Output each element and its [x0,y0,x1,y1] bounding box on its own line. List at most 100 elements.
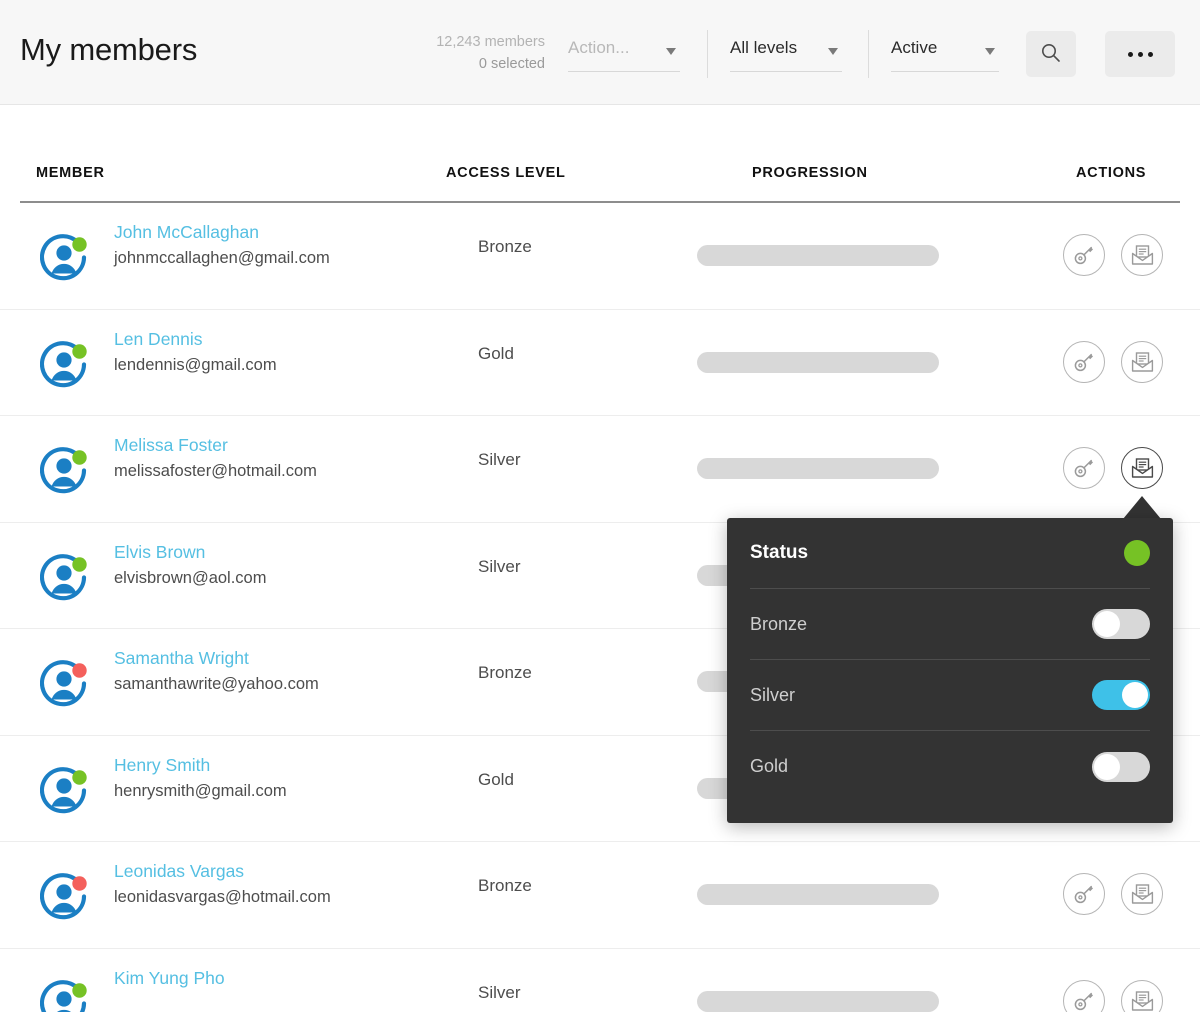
table-header: MEMBER ACCESS LEVEL PROGRESSION ACTIONS [0,105,1200,201]
popup-option-row[interactable]: Silver [750,660,1150,731]
popup-arrow [1123,496,1161,519]
mail-action-button[interactable] [1121,873,1163,915]
key-action-button[interactable] [1063,980,1105,1012]
members-total: 12,243 members [380,31,545,53]
chevron-down-icon [985,48,995,55]
member-email: melissafoster@hotmail.com [114,462,317,481]
mail-action-button[interactable] [1121,980,1163,1012]
popup-option-row[interactable]: Bronze [750,589,1150,660]
page-title: My members [20,32,197,68]
progress-bar [697,884,939,905]
member-name[interactable]: Len Dennis [114,329,203,350]
more-options-button[interactable] [1105,31,1175,77]
table-row[interactable]: Leonidas Vargas leonidasvargas@hotmail.co… [0,842,1200,949]
column-header-member: MEMBER [36,165,105,181]
popup-title: Status [750,542,808,564]
key-action-button[interactable] [1063,447,1105,489]
popup-option-label: Bronze [750,614,807,635]
popup-option-toggle[interactable] [1092,680,1150,710]
key-action-button[interactable] [1063,234,1105,276]
chevron-down-icon [666,48,676,55]
column-header-progression: PROGRESSION [752,165,868,181]
avatar [40,554,90,602]
row-actions [1063,980,1163,1012]
access-level: Silver [478,983,521,1003]
access-level: Silver [478,450,521,470]
access-level: Gold [478,770,514,790]
popup-option-row[interactable]: Gold [750,731,1150,802]
mail-action-button[interactable] [1121,447,1163,489]
popup-option-toggle[interactable] [1092,752,1150,782]
popup-option-label: Gold [750,756,788,777]
avatar [40,234,90,282]
member-name[interactable]: Leonidas Vargas [114,861,244,882]
members-page: My members 12,243 members 0 selected Act… [0,0,1200,1012]
search-icon [1040,52,1062,67]
access-level: Bronze [478,663,532,683]
toggle-knob [1094,611,1120,637]
avatar [40,767,90,815]
member-name[interactable]: John McCallaghan [114,222,259,243]
ellipsis-icon [1105,31,1175,77]
row-actions [1063,234,1163,276]
table-row[interactable]: Len Dennis lendennis@gmail.com Gold [0,310,1200,417]
column-header-actions: ACTIONS [1076,165,1146,181]
row-actions [1063,447,1163,489]
toolbar-divider-2 [868,30,869,78]
member-name[interactable]: Henry Smith [114,755,210,776]
search-button[interactable] [1026,31,1076,77]
popup-options-list: Bronze Silver Gold [727,589,1173,802]
toolbar-divider-1 [707,30,708,78]
status-dropdown[interactable]: Active [891,38,999,72]
member-name[interactable]: Samantha Wright [114,648,249,669]
action-dropdown-label: Action... [568,38,629,57]
table-row[interactable]: John McCallaghan johnmccallaghen@gmail.co… [0,203,1200,310]
member-name[interactable]: Kim Yung Pho [114,968,225,989]
status-indicator-dot[interactable] [1124,540,1150,566]
key-action-button[interactable] [1063,873,1105,915]
avatar [40,341,90,389]
popup-option-toggle[interactable] [1092,609,1150,639]
action-dropdown[interactable]: Action... [568,38,680,72]
levels-dropdown[interactable]: All levels [730,38,842,72]
table-row[interactable]: Melissa Foster melissafoster@hotmail.com S… [0,416,1200,523]
status-popup: Status Bronze Silver Gold [727,518,1173,823]
key-action-button[interactable] [1063,341,1105,383]
status-dropdown-label: Active [891,38,937,57]
members-selected: 0 selected [380,53,545,75]
progress-bar [697,458,939,479]
row-actions [1063,341,1163,383]
popup-status-row: Status [750,518,1150,589]
popup-option-label: Silver [750,685,795,706]
page-header: My members 12,243 members 0 selected Act… [0,0,1200,105]
avatar [40,873,90,921]
chevron-down-icon [828,48,838,55]
access-level: Bronze [478,876,532,896]
mail-action-button[interactable] [1121,341,1163,383]
avatar [40,980,90,1012]
member-counts: 12,243 members 0 selected [380,31,545,75]
progress-bar [697,991,939,1012]
access-level: Bronze [478,237,532,257]
levels-dropdown-label: All levels [730,38,797,57]
member-email: samanthawrite@yahoo.com [114,675,319,694]
mail-action-button[interactable] [1121,234,1163,276]
table-row[interactable]: Kim Yung Pho Silver [0,949,1200,1012]
member-email: elvisbrown@aol.com [114,569,266,588]
avatar [40,660,90,708]
progress-bar [697,245,939,266]
member-name[interactable]: Elvis Brown [114,542,205,563]
member-email: leonidasvargas@hotmail.com [114,888,331,907]
progress-bar [697,352,939,373]
member-email: henrysmith@gmail.com [114,782,287,801]
avatar [40,447,90,495]
member-email: lendennis@gmail.com [114,356,277,375]
row-actions [1063,873,1163,915]
access-level: Silver [478,557,521,577]
toggle-knob [1094,754,1120,780]
member-name[interactable]: Melissa Foster [114,435,228,456]
toggle-knob [1122,682,1148,708]
member-email: johnmccallaghen@gmail.com [114,249,330,268]
access-level: Gold [478,344,514,364]
column-header-access-level: ACCESS LEVEL [446,165,566,181]
